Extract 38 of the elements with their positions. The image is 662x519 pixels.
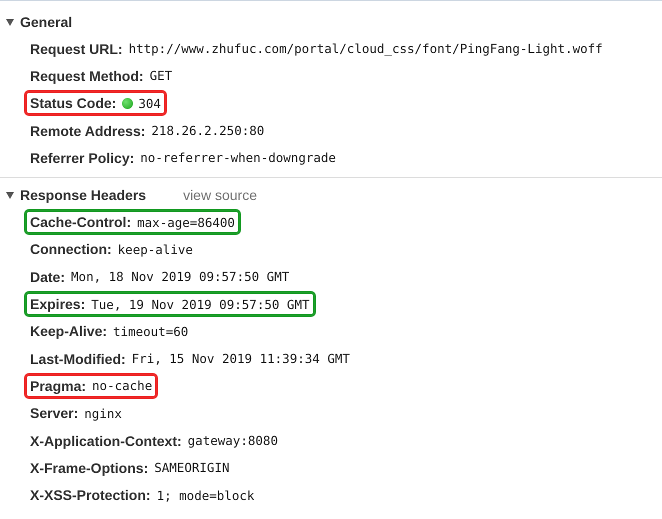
view-source-link[interactable]: view source	[183, 187, 257, 204]
expand-triangle-icon[interactable]	[6, 192, 14, 199]
header-name: Last-Modified:	[30, 350, 126, 367]
header-name: Referrer Policy:	[30, 150, 134, 166]
header-name: Remote Address:	[30, 122, 146, 139]
header-name: X-Application-Context:	[30, 432, 182, 448]
header-value: 1; mode=block	[156, 488, 254, 503]
header-value: no-referrer-when-downgrade	[140, 150, 336, 166]
header-name: Connection:	[30, 241, 112, 258]
section-title[interactable]: Response Headers	[20, 187, 146, 204]
header-name: Cache-Control:	[30, 214, 132, 230]
header-value: timeout=60	[113, 324, 188, 339]
header-name: Status Code:	[30, 95, 116, 112]
header-value: Fri, 15 Nov 2019 11:39:34 GMT	[132, 351, 350, 366]
status-dot-icon	[122, 98, 134, 109]
header-value: nginx	[84, 406, 122, 421]
header-name: Expires:	[30, 296, 86, 312]
header-value: max-age=86400	[137, 214, 235, 230]
header-value: gateway:8080	[188, 433, 278, 448]
header-value: SAMEORIGIN	[154, 460, 230, 476]
expand-triangle-icon[interactable]	[6, 18, 14, 26]
header-name: Date:	[30, 268, 66, 285]
header-name: X-Frame-Options:	[30, 460, 148, 476]
header-value: 304	[138, 96, 161, 111]
header-name: X-XSS-Protection:	[30, 487, 151, 504]
header-value: Mon, 18 Nov 2019 09:57:50 GMT	[71, 269, 290, 284]
header-name: Request URL:	[30, 40, 123, 57]
header-value: http://www.zhufuc.com/portal/cloud_css/font/PingFang-Light.woff	[128, 41, 603, 56]
header-value: GET	[150, 68, 172, 84]
section-title[interactable]: General	[20, 14, 72, 30]
header-name: Keep-Alive:	[30, 323, 108, 340]
header-name: Request Method:	[30, 68, 144, 84]
header-name: Server:	[30, 405, 78, 422]
header-name: Pragma:	[30, 378, 86, 394]
header-value: no-cache	[92, 378, 152, 394]
header-value: Tue, 19 Nov 2019 09:57:50 GMT	[91, 296, 310, 312]
header-value: keep-alive	[118, 242, 193, 257]
header-value: 218.26.2.250:80	[151, 123, 264, 138]
